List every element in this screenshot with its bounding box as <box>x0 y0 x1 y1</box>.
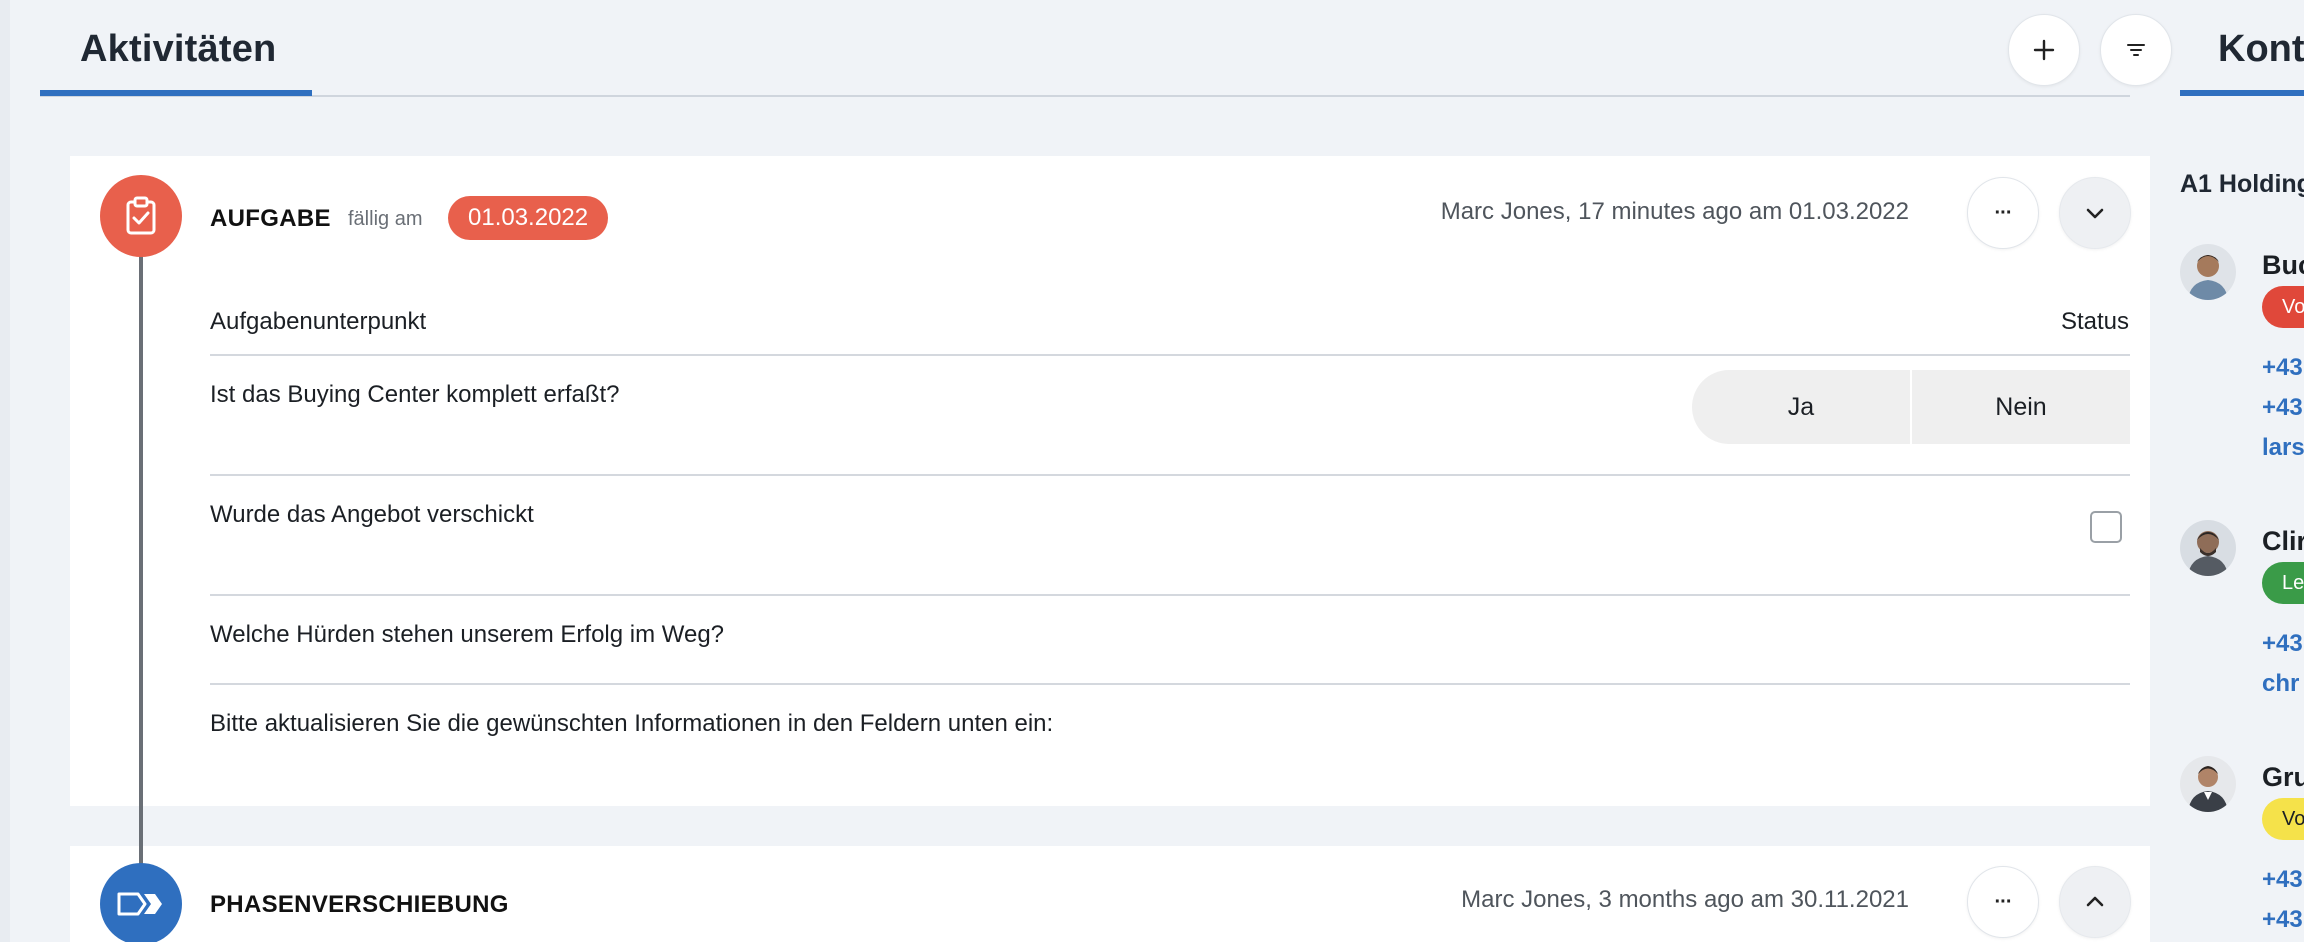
contact-email-link[interactable]: chr <box>2262 670 2299 698</box>
table-divider <box>210 594 2130 596</box>
activity-type-label: PHASENVERSCHIEBUNG <box>210 891 509 918</box>
collapse-toggle-button[interactable] <box>2059 177 2131 249</box>
avatar <box>2180 520 2236 576</box>
task-item-buying-center: Ist das Buying Center komplett erfaßt? <box>210 381 620 408</box>
chevron-down-icon <box>2086 208 2104 219</box>
task-item-update-info: Bitte aktualisieren Sie die gewünschten … <box>210 710 1054 737</box>
task-item-obstacles: Welche Hürden stehen unserem Erfolg im W… <box>210 621 725 648</box>
contact-phone-link[interactable]: +43 <box>2262 906 2303 934</box>
more-dots-icon: ··· <box>1994 890 2013 913</box>
task-item-offer-sent: Wurde das Angebot verschickt <box>210 501 534 528</box>
task-type-badge <box>100 175 182 257</box>
table-divider <box>210 683 2130 685</box>
more-dots-icon: ··· <box>1994 201 2013 224</box>
filter-icon <box>2127 44 2145 56</box>
contacts-title[interactable]: Kont <box>2218 28 2304 71</box>
phase-type-badge <box>100 863 182 942</box>
activities-header: Aktivitäten <box>40 0 2172 98</box>
yes-no-toggle[interactable]: Ja Nein <box>1692 370 2130 444</box>
avatar <box>2180 244 2236 300</box>
clipboard-check-icon <box>126 196 156 235</box>
due-label: fällig am <box>348 208 423 230</box>
contact-phone-link[interactable]: +43 <box>2262 630 2303 658</box>
collapse-toggle-button[interactable] <box>2059 866 2131 938</box>
add-activity-button[interactable] <box>2008 14 2080 86</box>
activity-meta: Marc Jones, 17 minutes ago am 01.03.2022 <box>1440 198 1909 225</box>
company-name: A1 Holding <box>2180 170 2304 198</box>
left-edge-strip <box>0 0 10 942</box>
plus-icon <box>2033 39 2055 61</box>
active-tab-indicator <box>40 90 312 96</box>
more-options-button[interactable]: ··· <box>1967 177 2039 249</box>
column-header-status: Status <box>2060 308 2129 335</box>
column-header-item: Aufgabenunterpunkt <box>210 308 427 335</box>
activities-title[interactable]: Aktivitäten <box>80 28 276 71</box>
table-divider <box>210 474 2130 476</box>
phase-arrow-icon <box>117 892 162 916</box>
contact-name[interactable]: Clir <box>2262 526 2304 557</box>
toggle-no-option[interactable]: Nein <box>1912 370 2130 444</box>
contact-role-badge: Le <box>2262 562 2304 604</box>
more-options-button[interactable]: ··· <box>1967 866 2039 938</box>
contact-role-badge: Vo <box>2262 798 2304 840</box>
contact-phone-link[interactable]: +43 <box>2262 354 2303 382</box>
offer-sent-checkbox[interactable] <box>2090 511 2122 543</box>
contacts-tab-indicator <box>2180 90 2304 96</box>
contact-phone-link[interactable]: +43 <box>2262 394 2303 422</box>
chevron-up-icon <box>2086 896 2104 907</box>
contacts-panel: Kont A1 Holding Buc Vo +43 +43 lars <box>2160 0 2304 942</box>
table-divider <box>210 354 2130 356</box>
avatar <box>2180 756 2236 812</box>
header-divider <box>40 95 2130 97</box>
toggle-yes-option[interactable]: Ja <box>1692 370 1910 444</box>
contact-role-badge: Vo <box>2262 286 2304 328</box>
activity-meta: Marc Jones, 3 months ago am 30.11.2021 <box>1461 886 1909 913</box>
contact-phone-link[interactable]: +43 <box>2262 866 2303 894</box>
contact-email-link[interactable]: lars <box>2262 434 2304 462</box>
contact-name[interactable]: Gru <box>2262 762 2304 793</box>
activity-type-label: AUFGABE <box>210 205 331 232</box>
contact-name[interactable]: Buc <box>2262 250 2304 281</box>
task-activity-card <box>70 156 2150 806</box>
timeline-connector <box>139 254 143 874</box>
due-date-badge: 01.03.2022 <box>448 196 609 240</box>
